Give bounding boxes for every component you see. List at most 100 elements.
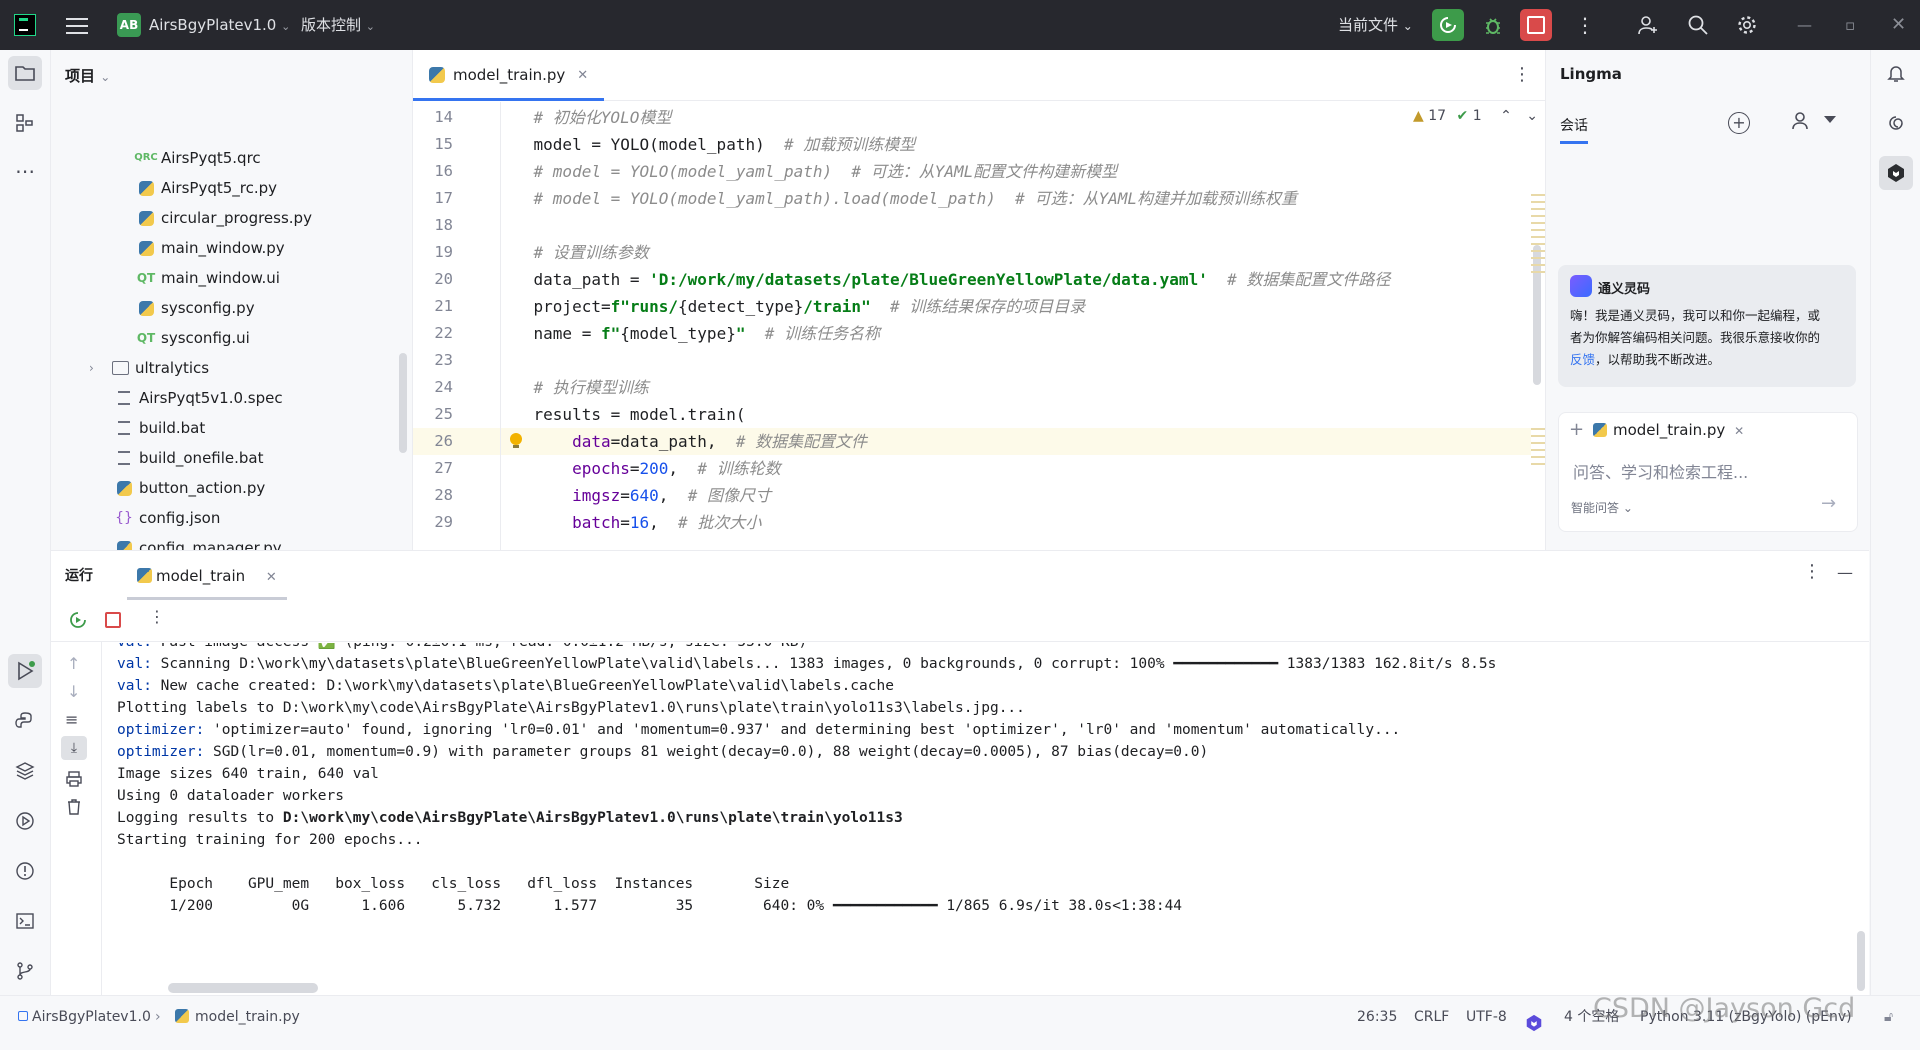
console-vertical-scrollbar[interactable]	[1857, 931, 1865, 991]
lock-icon[interactable]: 🔓︎	[1884, 996, 1893, 1038]
chat-input[interactable]: 问答、学习和检索工程...	[1573, 459, 1748, 483]
file-encoding[interactable]: UTF-8	[1466, 996, 1507, 1038]
project-name-dropdown[interactable]: AirsBgyPlatev1.0 ⌄	[149, 0, 290, 50]
console-token: optimizer:	[117, 744, 214, 760]
stop-icon[interactable]	[105, 612, 121, 628]
run-config-dropdown[interactable]: 当前文件 ⌄	[1338, 0, 1413, 50]
breadcrumb-project[interactable]: AirsBgyPlatev1.0	[18, 996, 151, 1038]
line-separator[interactable]: CRLF	[1414, 996, 1449, 1038]
project-badge[interactable]: AB	[117, 13, 141, 37]
tree-item[interactable]: AirsPyqt5v1.0.spec	[115, 383, 283, 413]
run-toolbar-more-icon[interactable]: ⋮	[149, 607, 165, 626]
code-token: /train"	[803, 297, 871, 316]
code-token: f"	[600, 324, 621, 343]
close-tab-icon[interactable]: ✕	[266, 570, 277, 585]
project-panel-title[interactable]: 项目 ⌄	[65, 50, 110, 102]
python-packages-button[interactable]	[8, 754, 42, 788]
run-tool-button[interactable]	[8, 654, 42, 688]
code-with-me-button[interactable]	[1632, 9, 1664, 41]
more-tools-icon[interactable]: ⋯	[8, 154, 42, 188]
maximize-button[interactable]: ▫	[1845, 0, 1855, 50]
minimize-button[interactable]: —	[1797, 0, 1812, 50]
intention-bulb-icon[interactable]	[510, 433, 524, 449]
console-token: Epoch GPU_mem box_loss cls_loss dfl_loss…	[117, 876, 790, 892]
notifications-button[interactable]	[1879, 56, 1913, 90]
code-token: # 训练轮数	[697, 459, 781, 478]
tree-item[interactable]: build_onefile.bat	[115, 443, 264, 473]
terminal-button[interactable]	[8, 904, 42, 938]
services-button[interactable]	[8, 804, 42, 838]
tree-item[interactable]: AirsPyqt5_rc.py	[137, 173, 277, 203]
tree-item[interactable]: build.bat	[115, 413, 205, 443]
add-context-icon[interactable]: +	[1569, 419, 1584, 440]
console-horizontal-scrollbar[interactable]	[168, 983, 318, 993]
tree-item[interactable]: circular_progress.py	[137, 203, 312, 233]
console-output[interactable]: val: Fast image access ✅ (ping: 0.2±0.1 …	[51, 643, 1851, 983]
caret-position[interactable]: 26:35	[1357, 996, 1397, 1038]
hide-panel-icon[interactable]: —	[1837, 563, 1853, 582]
lingma-status-icon[interactable]	[1524, 1008, 1544, 1032]
code-token: {detect_type}	[678, 297, 804, 316]
structure-tool-button[interactable]	[8, 106, 42, 140]
stop-button[interactable]	[1520, 9, 1552, 41]
context-file-chip[interactable]: model_train.py ✕	[1593, 421, 1744, 439]
run-panel-more-icon[interactable]: ⋮	[1803, 561, 1821, 582]
editor-tab-model-train[interactable]: model_train.py ✕	[413, 50, 605, 101]
console-token: Using 0 dataloader workers	[117, 788, 344, 804]
warning-circle-icon	[16, 862, 34, 880]
tree-item[interactable]: {} config.json	[115, 503, 220, 533]
tree-item[interactable]: sysconfig.py	[137, 293, 255, 323]
main-menu-icon[interactable]	[66, 15, 88, 35]
inspection-widget[interactable]: ▲ 17 ✔ 1 ⌃ ⌄	[1413, 108, 1538, 124]
vcs-dropdown[interactable]: 版本控制 ⌄	[301, 0, 375, 50]
run-tab-model-train[interactable]: model_train ✕	[127, 557, 287, 600]
chevron-down-icon[interactable]: ⌄	[1526, 108, 1538, 124]
debug-button[interactable]	[1477, 9, 1509, 41]
tree-item[interactable]: QT sysconfig.ui	[137, 323, 250, 353]
app-logo-icon[interactable]	[14, 14, 36, 36]
code-token: =	[620, 486, 630, 505]
lingma-menu-chevron-icon[interactable]	[1824, 116, 1836, 123]
breadcrumb-file[interactable]: model_train.py	[175, 996, 300, 1038]
new-chat-icon[interactable]: +	[1728, 112, 1750, 134]
send-icon[interactable]: →	[1821, 493, 1836, 514]
editor-more-options-icon[interactable]: ⋮	[1513, 64, 1531, 85]
project-tool-button[interactable]	[8, 56, 42, 90]
chevron-down-icon: ⌄	[1402, 19, 1413, 33]
rerun-icon[interactable]	[69, 611, 87, 633]
git-button[interactable]	[8, 954, 42, 988]
more-options-icon[interactable]: ⋮	[1575, 0, 1595, 50]
tree-item[interactable]: button_action.py	[115, 473, 265, 503]
code-line: batch=16, # 批次大小	[495, 509, 761, 536]
console-token: Image sizes 640 train, 640 val	[117, 766, 379, 782]
structure-icon	[16, 114, 33, 132]
chevron-right-icon[interactable]: ›	[89, 353, 105, 383]
project-scrollbar[interactable]	[399, 353, 407, 453]
qt-file-icon: QT	[136, 331, 156, 345]
close-window-button[interactable]: ✕	[1891, 0, 1906, 50]
welcome-card-line-2: 者为你解答编码相关问题。我很乐意接收你的	[1570, 330, 1821, 345]
python-console-button[interactable]	[8, 704, 42, 738]
code-line: # model = YOLO(model_yaml_path).load(mod…	[495, 185, 1297, 212]
remove-context-icon[interactable]: ✕	[1734, 424, 1744, 438]
feedback-link[interactable]: 反馈	[1570, 352, 1595, 367]
ai-assistant-button[interactable]	[1879, 106, 1913, 140]
chat-mode-dropdown[interactable]: 智能问答 ⌄	[1571, 499, 1633, 516]
settings-button[interactable]	[1731, 9, 1763, 41]
tree-item[interactable]: › ultralytics	[89, 353, 209, 383]
problems-button[interactable]	[8, 854, 42, 888]
user-icon[interactable]	[1790, 110, 1810, 135]
search-everywhere-button[interactable]	[1682, 9, 1714, 41]
tree-item[interactable]: QT main_window.ui	[137, 263, 280, 293]
chevron-up-icon[interactable]: ⌃	[1500, 108, 1512, 124]
tree-item-label: config.json	[139, 509, 221, 527]
rerun-button[interactable]	[1432, 9, 1464, 41]
lingma-tab-chat[interactable]: 会话	[1560, 115, 1588, 144]
code-token: # 执行模型训练	[495, 378, 649, 397]
tree-item[interactable]: main_window.py	[137, 233, 285, 263]
close-tab-icon[interactable]: ✕	[577, 68, 588, 83]
lingma-tool-button[interactable]	[1879, 156, 1913, 190]
console-token: 1/200 0G 1.606 5.732 1.577 35 640: 0% ━━…	[117, 898, 1183, 914]
chevron-down-icon: ⌄	[100, 70, 111, 84]
tree-item[interactable]: QRC AirsPyqt5.qrc	[134, 143, 260, 173]
